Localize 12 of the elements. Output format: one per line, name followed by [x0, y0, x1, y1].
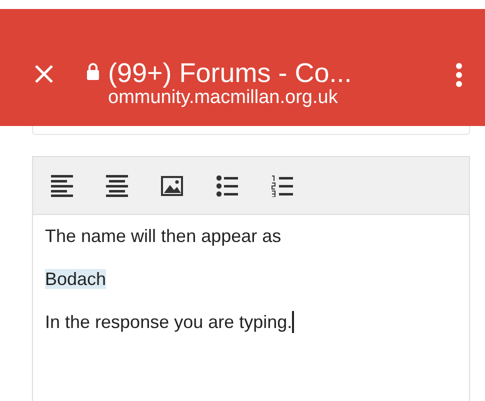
- page-url: ommunity.macmillan.org.uk: [108, 88, 339, 108]
- highlighted-text: Bodach: [45, 269, 106, 289]
- paragraph-text: The name will then appear as: [45, 226, 282, 246]
- align-center-icon[interactable]: [106, 174, 128, 196]
- bullet-list-icon[interactable]: [216, 174, 238, 196]
- numbered-list-icon[interactable]: [271, 174, 293, 196]
- page-title: (99+) Forums - Co...: [108, 58, 353, 88]
- text-editor[interactable]: The name will then appear as Bodach In the response you are typing.: [32, 156, 470, 401]
- paragraph-text: In the response you are typing.: [45, 312, 292, 332]
- menu-icon[interactable]: [455, 62, 463, 88]
- image-icon[interactable]: [161, 174, 183, 196]
- align-left-icon[interactable]: [51, 174, 73, 196]
